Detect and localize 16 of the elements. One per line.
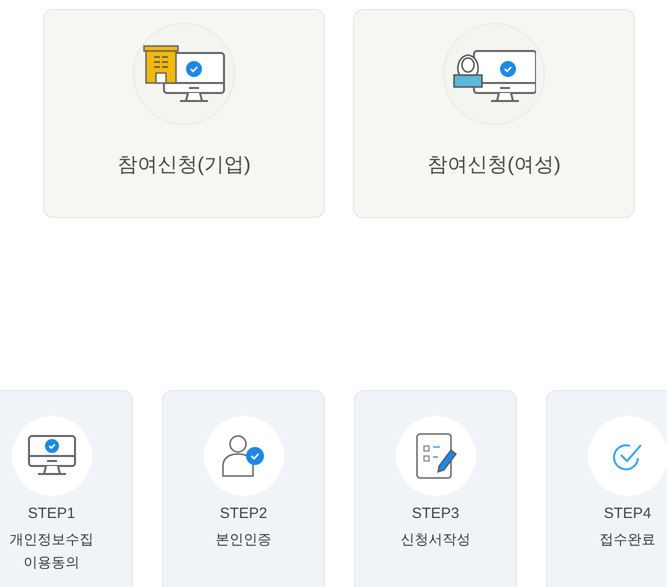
- apply-card[interactable]: 참여신청(기업): [43, 9, 325, 218]
- building-monitor-icon: [142, 43, 226, 105]
- person-check-icon: [220, 434, 266, 478]
- step-number: STEP2: [220, 505, 268, 522]
- monitor-icon: [26, 434, 76, 478]
- step-number: STEP3: [412, 505, 460, 522]
- step-label: 접수완료: [600, 530, 656, 549]
- step-number: STEP4: [604, 505, 652, 522]
- step-label: 본인인증: [216, 530, 272, 549]
- step-label: 신청서작성: [400, 530, 470, 549]
- apply-label: 참여신청(여성): [427, 153, 561, 178]
- checklist-pencil-icon: [414, 432, 456, 480]
- step-number: STEP1: [28, 505, 76, 522]
- step-label: 개인정보수집 이용동의: [10, 530, 94, 572]
- apply-card[interactable]: 참여신청(여성): [353, 9, 635, 218]
- apply-label: 참여신청(기업): [117, 153, 251, 178]
